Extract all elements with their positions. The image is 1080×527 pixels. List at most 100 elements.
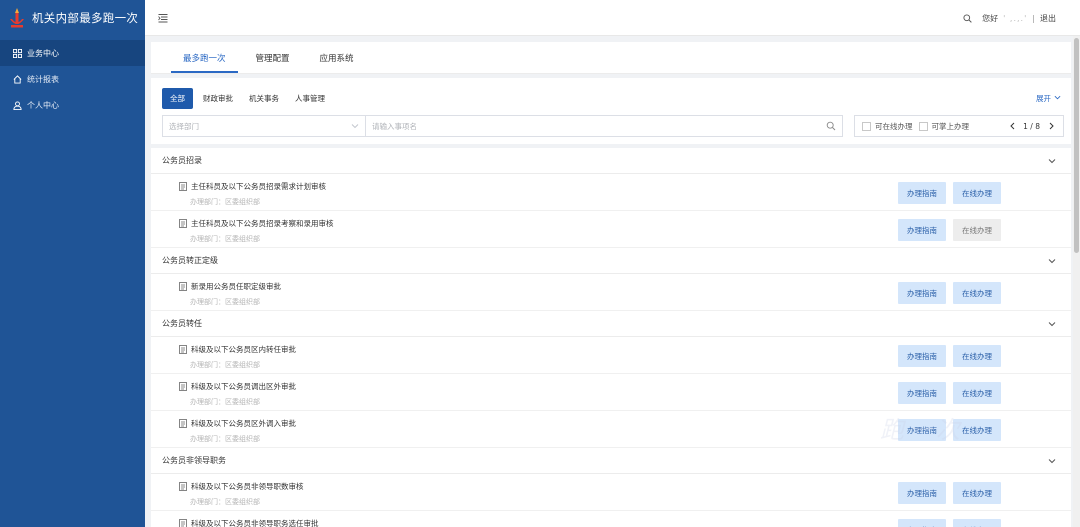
- logout-link[interactable]: 退出: [1040, 13, 1056, 24]
- top-header: 您好 ' ,.,.' | 退出: [145, 0, 1080, 36]
- sidebar: 机关内部最多跑一次 业务中心 统计报表 个人中心: [0, 0, 145, 527]
- emblem-logo-icon: [8, 7, 26, 29]
- app-title: 机关内部最多跑一次: [32, 11, 139, 25]
- chevron-down-icon[interactable]: [1047, 456, 1057, 466]
- chevron-down-icon: [1054, 94, 1061, 103]
- category-header[interactable]: 公务员招录: [151, 148, 1071, 174]
- category-name: 公务员非领导职务: [162, 456, 226, 465]
- guide-button[interactable]: 办理指南: [898, 519, 946, 527]
- page-indicator: 1 / 8: [1023, 121, 1040, 131]
- user-name: ' ,.,.': [1003, 13, 1028, 23]
- online-handle-button[interactable]: 在线办理: [953, 519, 1001, 527]
- chip-all[interactable]: 全部: [162, 88, 193, 109]
- mobile-handle-label: 可掌上办理: [931, 121, 970, 131]
- service-item-row: 科级及以下公务员调出区外审批 办理部门：区委组织部 办理指南 在线办理: [151, 374, 1071, 411]
- menu-toggle-icon[interactable]: [157, 12, 169, 24]
- vertical-scrollbar[interactable]: [1073, 36, 1080, 527]
- department-select[interactable]: 选择部门: [162, 115, 365, 137]
- chip-finance-approval[interactable]: 财政审批: [197, 89, 239, 108]
- category-name: 公务员招录: [162, 156, 202, 165]
- online-handle-button[interactable]: 在线办理: [953, 345, 1001, 367]
- sidebar-item-statistics[interactable]: 统计报表: [0, 66, 145, 92]
- tab-most-one-trip[interactable]: 最多跑一次: [171, 52, 238, 73]
- sidebar-item-business-center[interactable]: 业务中心: [0, 40, 145, 66]
- department-select-placeholder: 选择部门: [169, 121, 199, 131]
- service-item-row: 科级及以下公务员非领导职数审核 办理部门：区委组织部 办理指南 在线办理: [151, 474, 1071, 511]
- service-item-row: 主任科员及以下公务员招录需求计划审核办理部门：区委组织部 办理指南 在线办理: [151, 174, 1071, 211]
- category-header[interactable]: 公务员转正定级: [151, 248, 1071, 274]
- online-handle-label: 可在线办理: [875, 121, 913, 131]
- chevron-down-icon[interactable]: [1047, 156, 1057, 166]
- service-item-title[interactable]: 科级及以下公务员非领导职数审核: [179, 481, 304, 492]
- tab-management-config[interactable]: 管理配置: [244, 52, 302, 73]
- grid-icon: [12, 48, 22, 58]
- sidebar-item-personal-center[interactable]: 个人中心: [0, 92, 145, 118]
- header-user-area: 您好 ' ,.,.' | 退出: [961, 0, 1056, 36]
- guide-button[interactable]: 办理指南: [898, 345, 946, 367]
- online-handle-button[interactable]: 在线办理: [953, 482, 1001, 504]
- search-icon[interactable]: [961, 12, 973, 24]
- expand-label: 展开: [1036, 94, 1051, 103]
- service-item-title-text: 主任科员及以下公务员招录考察和录用审核: [191, 219, 334, 228]
- chevron-right-icon[interactable]: [1047, 121, 1055, 131]
- service-item-department: 办理部门：区委组织部: [190, 435, 260, 443]
- chevron-down-icon[interactable]: [1047, 319, 1057, 329]
- pagination: 1 / 8: [1008, 121, 1055, 131]
- online-handle-button[interactable]: 在线办理: [953, 282, 1001, 304]
- tab-bar: 最多跑一次 管理配置 应用系统: [151, 42, 1071, 74]
- scrollbar-thumb[interactable]: [1074, 38, 1079, 253]
- guide-button[interactable]: 办理指南: [898, 219, 946, 241]
- online-handle-button[interactable]: 在线办理: [953, 182, 1001, 204]
- search-placeholder: 请输入事项名: [372, 121, 417, 131]
- service-item-title[interactable]: 主任科员及以下公务员招录考察和录用审核: [179, 218, 334, 229]
- document-icon: [179, 519, 187, 527]
- tab-app-systems[interactable]: 应用系统: [308, 52, 366, 73]
- service-item-title[interactable]: 新录用公务员任职定级审批: [179, 281, 281, 292]
- chevron-down-icon: [351, 122, 359, 130]
- guide-button[interactable]: 办理指南: [898, 419, 946, 441]
- filter-panel: 全部 财政审批 机关事务 人事管理 展开 选择部门 请输入事项名 可在线办理 可…: [151, 78, 1071, 144]
- search-icon[interactable]: [826, 121, 836, 131]
- category-name: 公务员转任: [162, 319, 202, 328]
- online-handle-button[interactable]: 在线办理: [953, 419, 1001, 441]
- service-item-department: 办理部门：区委组织部: [190, 198, 260, 206]
- service-item-row: 科级及以下公务员非领导职务选任审批 办理指南在线办理: [151, 511, 1071, 527]
- service-item-row: 主任科员及以下公务员招录考察和录用审核 办理部门：区委组织部 办理指南 在线办理: [151, 211, 1071, 248]
- online-handle-checkbox[interactable]: [862, 121, 871, 131]
- service-item-title[interactable]: 主任科员及以下公务员招录需求计划审核: [179, 181, 326, 192]
- chevron-down-icon[interactable]: [1047, 256, 1057, 266]
- home-icon: [12, 74, 22, 84]
- service-item-row: 科级及以下公务员区外调入审批 办理部门：区委组织部 办理指南 在线办理: [151, 411, 1071, 448]
- service-list: 公务员招录 主任科员及以下公务员招录需求计划审核 办理部门：区委组织部 办理指南 在线办…: [151, 148, 1071, 527]
- brand: 机关内部最多跑一次: [0, 0, 145, 36]
- service-item-title-text: 新录用公务员任职定级审批: [191, 282, 281, 291]
- sidebar-item-label: 业务中心: [27, 48, 59, 58]
- service-item-department: 办理部门：区委组织部: [190, 235, 260, 243]
- item-search-input[interactable]: 请输入事项名: [365, 115, 843, 137]
- user-icon: [12, 100, 22, 110]
- service-item-title-text: 科级及以下公务员区外调入审批: [191, 419, 296, 428]
- chip-office-affairs[interactable]: 机关事务: [243, 89, 285, 108]
- service-item-title[interactable]: 科级及以下公务员区外调入审批: [179, 418, 296, 429]
- guide-button[interactable]: 办理指南: [898, 282, 946, 304]
- mobile-handle-checkbox[interactable]: [918, 121, 928, 131]
- document-icon: [179, 345, 187, 354]
- service-item-department: 办理部门：区委组织部: [190, 498, 260, 506]
- guide-button[interactable]: 办理指南: [898, 182, 946, 204]
- chevron-left-icon[interactable]: [1008, 121, 1016, 131]
- service-item-title[interactable]: 科级及以下公务员调出区外审批: [179, 381, 296, 392]
- guide-button[interactable]: 办理指南: [898, 482, 946, 504]
- category-header[interactable]: 公务员转任: [151, 311, 1071, 337]
- service-item-title[interactable]: 科级及以下公务员非领导职务选任审批: [179, 518, 319, 527]
- service-item-title-text: 科级及以下公务员非领导职数审核: [191, 482, 304, 491]
- category-header[interactable]: 公务员非领导职务: [151, 448, 1071, 474]
- sidebar-nav: 业务中心 统计报表 个人中心: [0, 40, 145, 118]
- chip-personnel[interactable]: 人事管理: [289, 89, 331, 108]
- guide-button[interactable]: 办理指南: [898, 382, 946, 404]
- expand-button[interactable]: 展开: [1036, 93, 1061, 104]
- online-handle-button[interactable]: 在线办理: [953, 219, 1001, 241]
- option-filters: 可在线办理 可掌上办理 1 / 8: [854, 115, 1064, 137]
- service-item-title[interactable]: 科级及以下公务员区内转任审批: [179, 344, 296, 355]
- online-handle-button[interactable]: 在线办理: [953, 382, 1001, 404]
- service-item-title-text: 科级及以下公务员区内转任审批: [191, 345, 296, 354]
